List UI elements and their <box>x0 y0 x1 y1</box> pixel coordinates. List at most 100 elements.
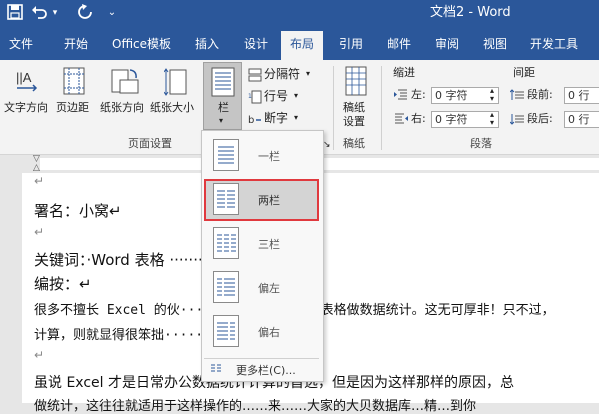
hyphenation-button[interactable]: b 断字 ▾ <box>246 110 316 128</box>
group-separator <box>333 66 334 150</box>
doc-line-empty: ↵ <box>34 174 45 188</box>
indent-left-field[interactable]: 0 字符 <box>431 87 499 104</box>
hyphenation-label: 断字 <box>264 111 289 125</box>
text-direction-label: 文字方向 <box>4 101 48 114</box>
svg-text:b: b <box>248 115 254 126</box>
manuscript-settings-button[interactable]: 稿纸 设置 <box>338 64 374 134</box>
undo-dropdown-icon[interactable]: ▾ <box>50 4 60 22</box>
spacing-before-label: 段前: <box>527 88 553 101</box>
hyphenation-icon: b <box>248 115 261 126</box>
manuscript-label-line1: 稿纸 <box>343 101 365 114</box>
indent-right-label: 右: <box>411 112 426 125</box>
vertical-ruler[interactable] <box>0 173 18 403</box>
hyphenation-dropdown-icon: ▾ <box>294 113 299 122</box>
columns-option-two-label: 两栏 <box>258 194 280 207</box>
svg-text:1: 1 <box>248 93 252 100</box>
orientation-label: 纸张方向 <box>100 101 144 114</box>
margins-icon <box>63 67 85 95</box>
svg-text:||A: ||A <box>16 70 32 85</box>
spacing-before-icon <box>510 89 524 100</box>
tab-insert[interactable]: 插入 <box>195 35 219 53</box>
columns-icon <box>211 67 235 97</box>
one-column-icon <box>213 139 239 171</box>
columns-option-one-label: 一栏 <box>258 150 280 163</box>
save-icon[interactable] <box>6 4 24 22</box>
margins-label: 页边距 <box>56 101 89 114</box>
manuscript-group-label: 稿纸 <box>343 137 365 150</box>
line-numbers-dropdown-icon: ▾ <box>294 91 299 100</box>
breaks-icon <box>248 68 262 82</box>
line-numbers-label: 行号 <box>264 89 289 103</box>
group-separator <box>381 66 382 150</box>
text-direction-icon: ||A <box>16 70 38 92</box>
columns-option-one[interactable]: 一栏 <box>204 135 319 177</box>
doc-line-body: 计算，则就显得很笨拙······ <box>34 328 211 343</box>
breaks-dropdown-icon: ▾ <box>306 69 311 78</box>
columns-option-left-label: 偏左 <box>258 282 280 295</box>
spacing-after-label: 段后: <box>527 112 553 125</box>
tab-office-templates[interactable]: Office模板 <box>112 35 171 53</box>
title-bar: ▾ ⌄ 文档2 - Word <box>0 0 599 27</box>
indent-marker-icon[interactable]: ▽ △ <box>33 155 40 173</box>
indent-right-spinner[interactable]: ▴ ▾ <box>490 111 494 127</box>
doc-line-empty: ↵ <box>34 225 45 239</box>
line-numbers-button[interactable]: 1 行号 ▾ <box>246 88 316 106</box>
page-setup-launcher-icon[interactable]: ↘ <box>323 138 331 152</box>
spacing-title: 间距 <box>513 66 535 79</box>
orientation-icon <box>111 69 139 94</box>
tab-review[interactable]: 审阅 <box>435 35 459 53</box>
right-column-icon <box>213 315 239 347</box>
size-label: 纸张大小 <box>150 101 194 114</box>
page-setup-group-label: 页面设置 <box>128 137 172 150</box>
columns-option-three[interactable]: 三栏 <box>204 223 319 265</box>
tab-mailings[interactable]: 邮件 <box>387 35 411 53</box>
three-columns-icon <box>213 227 239 259</box>
more-columns-icon <box>211 364 221 372</box>
spacing-before-field[interactable]: 0 行 <box>564 87 599 104</box>
spacing-after-icon <box>510 114 524 125</box>
indent-right-icon <box>395 113 408 124</box>
columns-option-three-label: 三栏 <box>258 238 280 251</box>
tab-references[interactable]: 引用 <box>339 35 363 53</box>
indent-left-label: 左: <box>411 88 426 101</box>
tab-developer[interactable]: 开发工具 <box>530 35 578 53</box>
paragraph-group-label: 段落 <box>470 137 492 150</box>
columns-option-two[interactable]: 两栏 <box>204 179 319 221</box>
indent-left-spinner[interactable]: ▴ ▾ <box>490 87 494 103</box>
window-title: 文档2 - Word <box>430 5 511 20</box>
size-icon <box>164 68 187 96</box>
manuscript-label-line2: 设置 <box>343 115 365 128</box>
columns-option-left[interactable]: 偏左 <box>204 267 319 309</box>
tab-view[interactable]: 视图 <box>483 35 507 53</box>
columns-option-right[interactable]: 偏右 <box>204 311 319 353</box>
ribbon-tab-bar: 文件 开始 Office模板 插入 设计 布局 引用 邮件 审阅 视图 开发工具 <box>0 27 599 60</box>
doc-line-keywords: 关键词：·Word 表格 ·······↵ <box>34 251 216 269</box>
columns-button[interactable]: 栏 ▾ <box>203 62 242 130</box>
orientation-button[interactable]: 纸张方向 <box>98 64 150 124</box>
indent-title: 缩进 <box>393 66 415 79</box>
tab-home[interactable]: 开始 <box>64 35 88 53</box>
more-columns-item[interactable]: 更多栏(C)... <box>204 358 319 379</box>
undo-icon[interactable] <box>30 4 48 22</box>
tab-layout[interactable]: 布局 <box>281 31 324 60</box>
doc-line-editor-note: 编按：↵ <box>34 275 92 293</box>
manuscript-icon <box>345 66 367 96</box>
tab-design[interactable]: 设计 <box>244 35 268 53</box>
redo-icon[interactable] <box>76 4 94 22</box>
spacing-after-field[interactable]: 0 行 <box>564 111 599 128</box>
columns-option-right-label: 偏右 <box>258 326 280 339</box>
more-columns-label: 更多栏(C)... <box>236 364 296 377</box>
columns-dropdown-icon: ▾ <box>219 116 224 125</box>
indent-left-icon <box>394 89 407 100</box>
columns-label: 栏 <box>218 101 229 114</box>
margins-button[interactable]: 页边距 <box>52 64 98 124</box>
doc-line-signature: 署名：小窝↵ <box>34 202 122 220</box>
tab-file[interactable]: 文件 <box>9 35 33 53</box>
two-columns-icon <box>213 183 239 215</box>
doc-line-body: 做统计，这往往就适用于这样操作的……来……大家的大贝数据库…精…到你 <box>34 399 477 414</box>
indent-right-field[interactable]: 0 字符 <box>431 111 499 128</box>
size-button[interactable]: 纸张大小 <box>150 64 202 124</box>
customize-qat-icon[interactable]: ⌄ <box>106 4 118 22</box>
breaks-button[interactable]: 分隔符 ▾ <box>246 66 316 84</box>
text-direction-button[interactable]: ||A 文字方向 <box>2 64 52 124</box>
